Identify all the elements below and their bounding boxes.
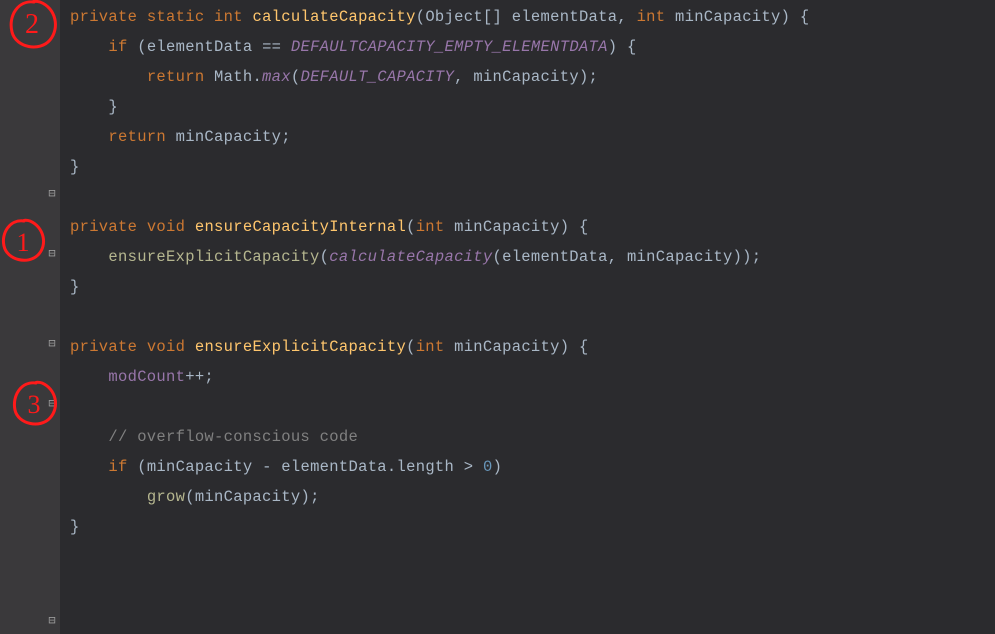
- code-line: }: [60, 92, 995, 122]
- blank-line: [60, 182, 995, 212]
- code-line: private static int calculateCapacity(Obj…: [60, 2, 995, 32]
- code-line: if (elementData == DEFAULTCAPACITY_EMPTY…: [60, 32, 995, 62]
- code-line: return Math.max(DEFAULT_CAPACITY, minCap…: [60, 62, 995, 92]
- code-line: private void ensureExplicitCapacity(int …: [60, 332, 995, 362]
- code-line: modCount++;: [60, 362, 995, 392]
- code-line: }: [60, 272, 995, 302]
- gutter: ⊟ ⊟ ⊟ ⊟ ⊟: [0, 0, 60, 634]
- code-line: }: [60, 152, 995, 182]
- code-editor: ⊟ ⊟ ⊟ ⊟ ⊟ private static int calculateCa…: [0, 0, 995, 634]
- code-line: grow(minCapacity);: [60, 482, 995, 512]
- code-line: ensureExplicitCapacity(calculateCapacity…: [60, 242, 995, 272]
- blank-line: [60, 302, 995, 332]
- code-line: if (minCapacity - elementData.length > 0…: [60, 452, 995, 482]
- code-line: }: [60, 512, 995, 542]
- code-line: private void ensureCapacityInternal(int …: [60, 212, 995, 242]
- code-line: return minCapacity;: [60, 122, 995, 152]
- code-area[interactable]: private static int calculateCapacity(Obj…: [60, 0, 995, 634]
- blank-line: [60, 392, 995, 422]
- code-line: // overflow-conscious code: [60, 422, 995, 452]
